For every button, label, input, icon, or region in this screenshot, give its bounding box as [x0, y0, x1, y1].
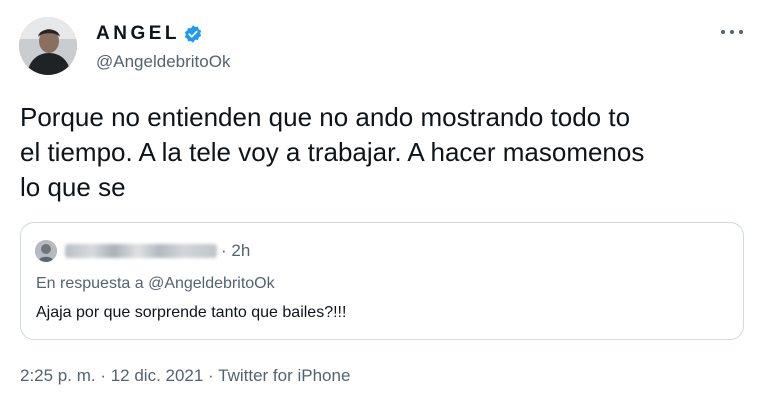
more-dot — [721, 30, 725, 34]
quoted-tweet[interactable]: · 2h En respuesta a @AngeldebritoOk Ajaj… — [20, 222, 744, 340]
tweet-source[interactable]: Twitter for iPhone — [218, 366, 350, 385]
quoted-tweet-text: Ajaja por que sorprende tanto que bailes… — [36, 304, 347, 321]
verified-badge-icon — [183, 24, 203, 44]
author-name-row: ANGEL — [96, 22, 230, 46]
quoted-author-name-blurred — [65, 244, 217, 258]
tweet-timestamp[interactable]: 2:25 p. m. · 12 dic. 2021 · — [20, 366, 218, 385]
quoted-tweet-header: · 2h — [35, 239, 250, 263]
author-handle[interactable]: @AngeldebritoOk — [96, 52, 230, 72]
more-horizontal-icon[interactable] — [721, 24, 743, 40]
more-dot — [730, 30, 734, 34]
quoted-author-avatar — [35, 240, 57, 262]
author-display-name[interactable]: ANGEL — [96, 23, 180, 45]
quoted-tweet-time: · 2h — [221, 241, 251, 260]
author-avatar[interactable] — [19, 17, 77, 75]
more-dot — [739, 30, 743, 34]
tweet-text: Porque no entienden que no ando mostrand… — [20, 102, 645, 202]
tweet-meta: 2:25 p. m. · 12 dic. 2021 · Twitter for … — [20, 366, 350, 386]
quoted-reply-to: En respuesta a @AngeldebritoOk — [36, 275, 275, 292]
tweet-card: ANGEL @AngeldebritoOk Porque no entiende… — [0, 0, 767, 405]
author-block: ANGEL @AngeldebritoOk — [96, 22, 230, 72]
